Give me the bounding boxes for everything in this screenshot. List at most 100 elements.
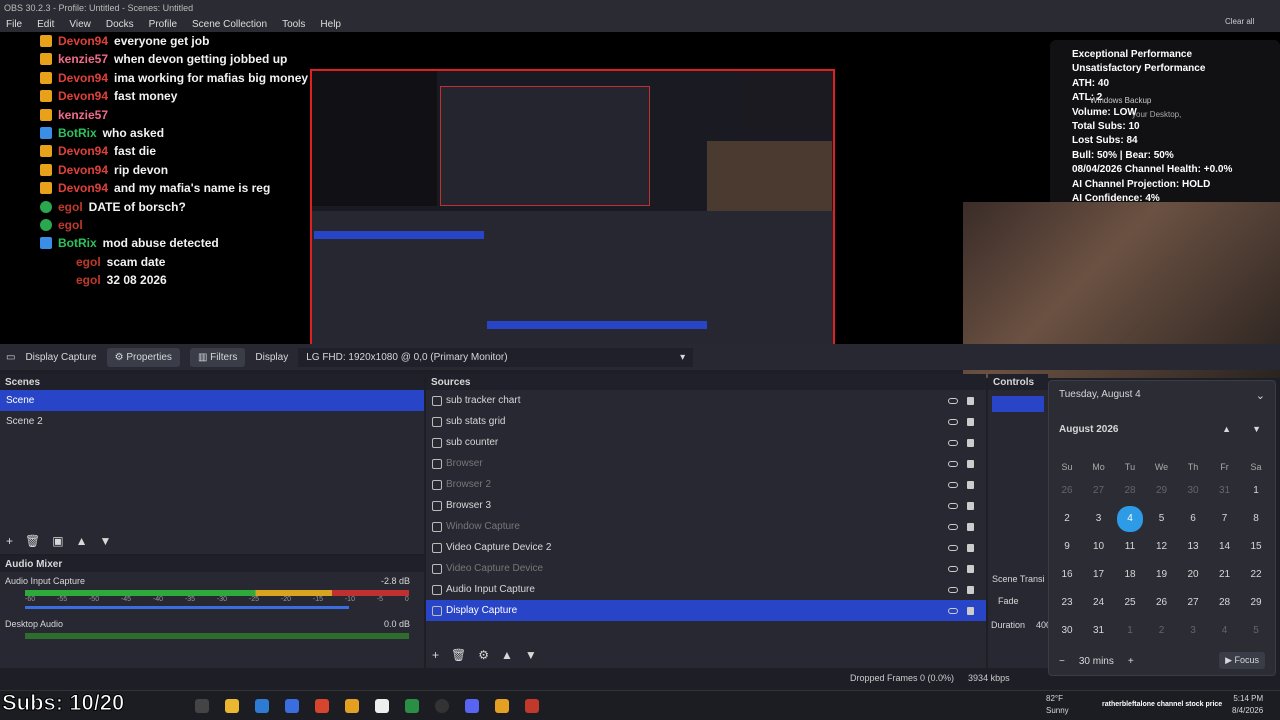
lock-icon[interactable] [967,564,974,573]
calendar-day[interactable]: 5 [1146,509,1178,529]
source-item[interactable]: sub stats grid [426,411,986,432]
calendar-day[interactable]: 12 [1146,537,1178,557]
calendar-day[interactable]: 26 [1146,593,1178,613]
chevron-down-icon[interactable]: ⌄ [1256,389,1265,402]
add-icon[interactable]: + [6,534,13,548]
calendar-day[interactable]: 8 [1240,509,1272,529]
lock-icon[interactable] [967,417,974,426]
app-icon[interactable] [315,699,329,713]
plus-icon[interactable]: + [1128,656,1134,667]
transition-select[interactable]: Fade [998,596,1019,606]
scene-item[interactable]: Scene 2 [0,411,424,432]
menu-item[interactable]: Edit [37,19,54,30]
clear-all-button[interactable]: Clear all [1225,17,1254,26]
visibility-eye-icon[interactable] [948,439,958,446]
calendar-day[interactable]: 31 [1209,481,1241,501]
calendar-day[interactable]: 25 [1114,593,1146,613]
lock-icon[interactable] [967,459,974,468]
arrow-down-icon[interactable]: ▼ [525,648,537,662]
calendar-day[interactable]: 23 [1051,593,1083,613]
visibility-eye-icon[interactable] [948,460,958,467]
store-icon[interactable] [285,699,299,713]
lock-icon[interactable] [967,522,974,531]
lock-icon[interactable] [967,480,974,489]
scene-item[interactable]: Scene [0,390,424,411]
visibility-eye-icon[interactable] [948,544,958,551]
calendar-day[interactable]: 2 [1146,621,1178,641]
arrow-up-icon[interactable]: ▲ [76,534,88,548]
display-select[interactable]: LG FHD: 1920x1080 @ 0,0 (Primary Monitor… [298,347,694,367]
obs-icon[interactable] [435,699,449,713]
source-item[interactable]: sub counter [426,432,986,453]
visibility-eye-icon[interactable] [948,397,958,404]
lock-icon[interactable] [967,543,974,552]
calendar-day[interactable]: 3 [1083,509,1115,529]
calendar-day[interactable]: 17 [1083,565,1115,585]
calendar-day[interactable]: 27 [1083,481,1115,501]
calendar-day[interactable]: 11 [1114,537,1146,557]
calendar-day[interactable]: 15 [1240,537,1272,557]
lock-icon[interactable] [967,438,974,447]
calendar-day[interactable]: 28 [1114,481,1146,501]
display-capture-preview[interactable] [310,69,835,364]
source-item[interactable]: Display Capture [426,600,986,621]
volume-slider[interactable] [25,606,349,609]
maps-icon[interactable] [525,699,539,713]
calendar-day[interactable]: 18 [1114,565,1146,585]
calendar-day[interactable]: 29 [1146,481,1178,501]
next-month-icon[interactable]: ▼ [1252,424,1261,434]
calendar-day[interactable]: 30 [1177,481,1209,501]
preview-area[interactable]: Devon94 everyone get job kenzie57 when devo… [0,32,1280,378]
calendar-day[interactable]: 14 [1209,537,1241,557]
calendar-day[interactable]: 22 [1240,565,1272,585]
calendar-day[interactable]: 20 [1177,565,1209,585]
menu-item[interactable]: Help [320,19,341,30]
task-view-icon[interactable] [195,699,209,713]
excel-icon[interactable] [405,699,419,713]
source-item[interactable]: Browser 3 [426,495,986,516]
lock-icon[interactable] [967,606,974,615]
menu-item[interactable]: Profile [149,19,177,30]
visibility-eye-icon[interactable] [948,607,958,614]
discord-icon[interactable] [465,699,479,713]
lock-icon[interactable] [967,585,974,594]
menu-item[interactable]: Scene Collection [192,19,267,30]
calendar-day[interactable]: 24 [1083,593,1115,613]
calendar-day[interactable]: 29 [1240,593,1272,613]
calendar-day[interactable]: 2 [1051,509,1083,529]
source-item[interactable]: Video Capture Device 2 [426,537,986,558]
edge-icon[interactable] [255,699,269,713]
visibility-eye-icon[interactable] [948,418,958,425]
calendar-day[interactable]: 16 [1051,565,1083,585]
visibility-eye-icon[interactable] [948,481,958,488]
calendar-day[interactable]: 26 [1051,481,1083,501]
menu-item[interactable]: File [6,19,22,30]
calendar-day[interactable]: 10 [1083,537,1115,557]
gear-icon[interactable]: ⚙ [478,648,489,662]
calendar-day[interactable]: 28 [1209,593,1241,613]
arrow-up-icon[interactable]: ▲ [501,648,513,662]
calendar-day[interactable]: 1 [1114,621,1146,641]
file-explorer-icon[interactable] [225,699,239,713]
calendar-day[interactable]: 4 [1209,621,1241,641]
calendar-month[interactable]: August 2026 [1059,424,1118,435]
source-item[interactable]: Browser 2 [426,474,986,495]
filters-button[interactable]: ▥ Filters [189,347,246,367]
trash-icon[interactable]: 🗑 [451,648,466,662]
add-icon[interactable]: + [432,648,439,662]
source-item[interactable]: Browser [426,453,986,474]
prev-month-icon[interactable]: ▲ [1222,424,1231,434]
calendar-day[interactable]: 27 [1177,593,1209,613]
visibility-eye-icon[interactable] [948,565,958,572]
weather-widget[interactable]: 82°F Sunny [1046,693,1069,717]
focus-button[interactable]: ▶ Focus [1219,652,1265,669]
calendar-day[interactable]: 9 [1051,537,1083,557]
notepad-icon[interactable] [375,699,389,713]
lock-icon[interactable] [967,501,974,510]
minus-icon[interactable]: − [1059,656,1065,667]
menu-item[interactable]: Docks [106,19,134,30]
lock-icon[interactable] [967,396,974,405]
properties-button[interactable]: ⚙ Properties [106,347,180,367]
filter-icon[interactable]: ▣ [52,534,63,548]
chrome-icon[interactable] [345,699,359,713]
